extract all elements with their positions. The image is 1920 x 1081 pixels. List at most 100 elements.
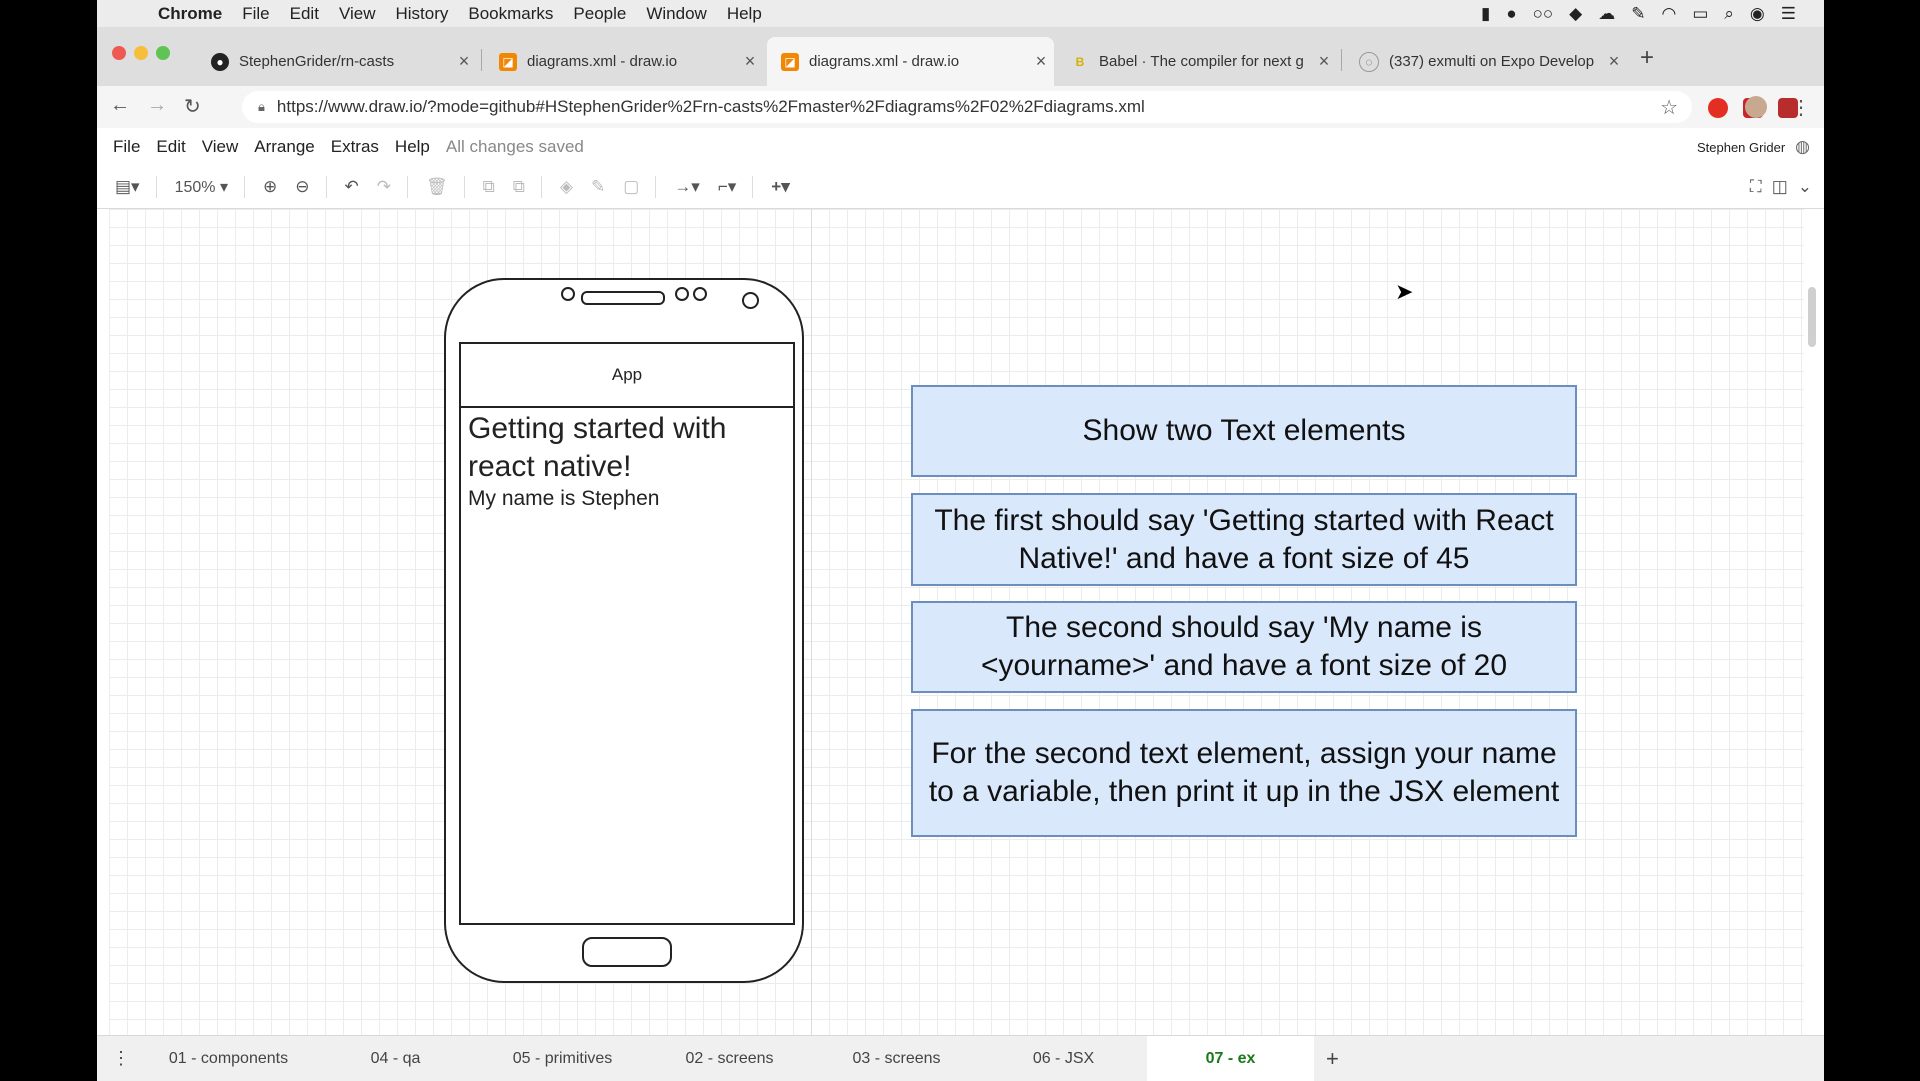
page-tab[interactable]: 05 - primitives	[479, 1036, 646, 1081]
title-text-element[interactable]: Getting started with react native!	[468, 410, 778, 486]
phone-mockup[interactable]: App Getting started with react native! M…	[444, 278, 804, 983]
page-tab[interactable]: 02 - screens	[646, 1036, 813, 1081]
fullscreen-icon[interactable]: ⛶	[1750, 177, 1762, 197]
app-status-icon[interactable]: ●	[1506, 4, 1516, 24]
siri-icon[interactable]: ◉	[1750, 4, 1765, 24]
menu-help[interactable]: Help	[727, 4, 762, 24]
close-tab-icon[interactable]: ×	[451, 51, 477, 72]
diagram-canvas[interactable]: App Getting started with react native! M…	[109, 209, 1804, 1035]
profile-avatar[interactable]	[1745, 96, 1767, 118]
insert-plus-icon[interactable]: +▾	[771, 177, 789, 197]
browser-window: ● StephenGrider/rn-casts × ◪ diagrams.xm…	[97, 27, 1824, 1081]
tab-title: diagrams.xml - draw.io	[809, 53, 960, 70]
tab-expo[interactable]: ◌ (337) exmulti on Expo Develop ×	[1345, 37, 1627, 86]
fill-color-icon[interactable]: ◈	[560, 177, 573, 197]
page-tab[interactable]: 04 - qa	[312, 1036, 479, 1081]
menu-edit[interactable]: Edit	[290, 4, 319, 24]
undo-icon[interactable]: ↶	[345, 177, 359, 197]
note-box-4[interactable]: For the second text element, assign your…	[911, 709, 1577, 837]
url-field[interactable]: 🔒︎ https://www.draw.io/?mode=github#HSte…	[242, 91, 1692, 123]
back-arrow-icon[interactable]: ←	[110, 94, 130, 117]
shadow-icon[interactable]: ▢	[623, 177, 639, 197]
drawio-menu-edit[interactable]: Edit	[156, 137, 185, 157]
close-tab-icon[interactable]: ×	[1601, 51, 1627, 72]
drawio-menu-file[interactable]: File	[113, 137, 140, 157]
menu-file[interactable]: File	[242, 4, 269, 24]
menu-people[interactable]: People	[573, 4, 626, 24]
note-box-2[interactable]: The first should say 'Getting started wi…	[911, 493, 1577, 586]
pages-menu-icon[interactable]: ⋮	[97, 1048, 145, 1069]
battery-icon[interactable]: ▭	[1692, 4, 1708, 24]
close-tab-icon[interactable]: ×	[1028, 51, 1054, 72]
app-header-title: App	[611, 365, 643, 384]
babel-icon: B	[1075, 54, 1085, 69]
tab-title: StephenGrider/rn-casts	[239, 53, 395, 70]
new-tab-button[interactable]: +	[1640, 44, 1654, 72]
drawio-menu-extras[interactable]: Extras	[331, 137, 379, 157]
to-back-icon[interactable]: ⧉	[513, 177, 525, 197]
menu-history[interactable]: History	[395, 4, 448, 24]
drawio-menubar: File Edit View Arrange Extras Help All c…	[97, 128, 1824, 166]
format-toggle-icon[interactable]: ◫	[1772, 177, 1788, 197]
drawio-icon: ◪	[781, 52, 799, 71]
add-page-button[interactable]: +	[1326, 1046, 1339, 1072]
page-tab-active[interactable]: 07 - ex	[1147, 1036, 1314, 1081]
zoom-window-button[interactable]	[156, 46, 170, 60]
collapse-chevron-icon[interactable]: ⌄	[1798, 177, 1812, 197]
page-tabs-bar: ⋮ 01 - components 04 - qa 05 - primitive…	[97, 1035, 1824, 1081]
format-panel-icon[interactable]: ▤▾	[115, 177, 140, 197]
name-text-element[interactable]: My name is Stephen	[468, 487, 659, 511]
page-tab[interactable]: 06 - JSX	[980, 1036, 1147, 1081]
line-color-icon[interactable]: ✎	[591, 177, 605, 197]
tab-drawio-active[interactable]: ◪ diagrams.xml - draw.io ×	[767, 37, 1054, 86]
cloud-icon[interactable]: ☁	[1598, 4, 1615, 24]
note-box-1[interactable]: Show two Text elements	[911, 385, 1577, 477]
zoom-in-icon[interactable]: ⊕	[263, 177, 277, 197]
menu-bookmarks[interactable]: Bookmarks	[468, 4, 553, 24]
minimize-window-button[interactable]	[134, 46, 148, 60]
toolbar-separator	[407, 176, 409, 198]
bookmark-star-icon[interactable]: ☆	[1660, 95, 1678, 120]
waypoints-icon[interactable]: ⌐▾	[718, 177, 736, 197]
mouse-cursor-icon: ➤	[1395, 279, 1414, 304]
connection-icon[interactable]: →▾	[674, 177, 700, 197]
drawio-menu-arrange[interactable]: Arrange	[254, 137, 314, 157]
drawio-menu-view[interactable]: View	[202, 137, 239, 157]
pen-icon[interactable]: ✎	[1631, 4, 1645, 24]
phone-camera-icon	[742, 292, 759, 309]
close-tab-icon[interactable]: ×	[737, 51, 763, 72]
close-window-button[interactable]	[112, 46, 126, 60]
url-text: https://www.draw.io/?mode=github#HStephe…	[276, 97, 1145, 116]
menu-chrome[interactable]: Chrome	[158, 4, 222, 24]
vertical-scrollbar[interactable]	[1808, 287, 1816, 347]
spotlight-search-icon[interactable]: ⌕	[1724, 4, 1734, 24]
opera-extension-icon[interactable]	[1708, 98, 1728, 118]
menu-view[interactable]: View	[339, 4, 376, 24]
page-tab[interactable]: 03 - screens	[813, 1036, 980, 1081]
tab-drawio-1[interactable]: ◪ diagrams.xml - draw.io ×	[485, 37, 763, 86]
zoom-out-icon[interactable]: ⊖	[295, 177, 309, 197]
forward-arrow-icon[interactable]: →	[147, 94, 167, 117]
chrome-menu-icon[interactable]: ⋮	[1791, 95, 1811, 120]
notification-center-icon[interactable]: ☰	[1781, 4, 1796, 24]
tab-github[interactable]: ● StephenGrider/rn-casts ×	[197, 37, 477, 86]
reload-icon[interactable]: ↻	[184, 94, 201, 119]
tab-babel[interactable]: B Babel · The compiler for next g ×	[1057, 37, 1337, 86]
drawio-menu-help[interactable]: Help	[395, 137, 430, 157]
note-box-3[interactable]: The second should say 'My name is <yourn…	[911, 601, 1577, 693]
zoom-select[interactable]: 150% ▾	[175, 177, 228, 197]
redo-icon[interactable]: ↷	[377, 177, 391, 197]
phone-home-button	[582, 937, 672, 967]
evernote-icon[interactable]: ◆	[1569, 4, 1582, 24]
glasses-icon[interactable]: ○○	[1533, 4, 1554, 24]
notes-icon[interactable]: ▮	[1481, 4, 1490, 24]
delete-icon[interactable]: 🗑︎	[426, 177, 448, 197]
close-tab-icon[interactable]: ×	[1311, 51, 1337, 72]
page-tab[interactable]: 01 - components	[145, 1036, 312, 1081]
language-globe-icon[interactable]: ◍	[1795, 137, 1810, 157]
wifi-icon[interactable]: ◠	[1661, 4, 1676, 24]
toolbar-separator	[325, 176, 327, 198]
to-front-icon[interactable]: ⧉	[483, 177, 495, 197]
menu-window[interactable]: Window	[646, 4, 706, 24]
user-menu[interactable]: Stephen Grider	[1697, 140, 1785, 155]
